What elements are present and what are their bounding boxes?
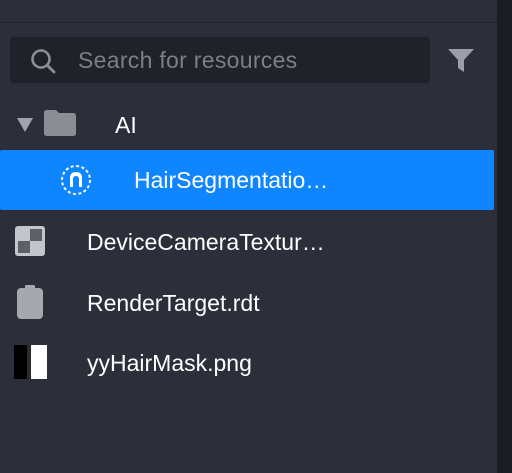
tree-item-label: DeviceCameraTextur… [87, 229, 325, 255]
hair-segmentation-icon [61, 165, 91, 195]
filter-icon[interactable] [447, 46, 475, 74]
tree-item-hair-mask[interactable]: yyHairMask.png [0, 333, 494, 393]
folder-icon [44, 110, 76, 136]
tree-item-render-target[interactable]: RenderTarget.rdt [0, 273, 494, 333]
resources-panel: AI HairSegmentatio… DeviceCameraTextur… [0, 0, 497, 473]
search-input[interactable] [78, 37, 418, 83]
texture-checker-icon [15, 226, 45, 256]
folder-label: AI [115, 112, 137, 138]
expand-triangle-icon[interactable] [16, 117, 34, 133]
tree-item-label: yyHairMask.png [87, 350, 252, 376]
render-target-icon [17, 285, 43, 319]
tree-item-device-camera-texture[interactable]: DeviceCameraTextur… [0, 212, 494, 272]
panel-top-strip [0, 0, 497, 23]
tree-item-hair-segmentation[interactable]: HairSegmentatio… [0, 150, 494, 210]
search-box[interactable] [10, 37, 430, 83]
tree-item-label: HairSegmentatio… [134, 167, 329, 193]
image-mask-icon [14, 345, 47, 379]
tree-folder-ai[interactable]: AI [0, 95, 494, 155]
search-icon [31, 49, 56, 74]
panel-edge-scroll-area [497, 0, 512, 473]
tree-item-label: RenderTarget.rdt [87, 290, 260, 316]
